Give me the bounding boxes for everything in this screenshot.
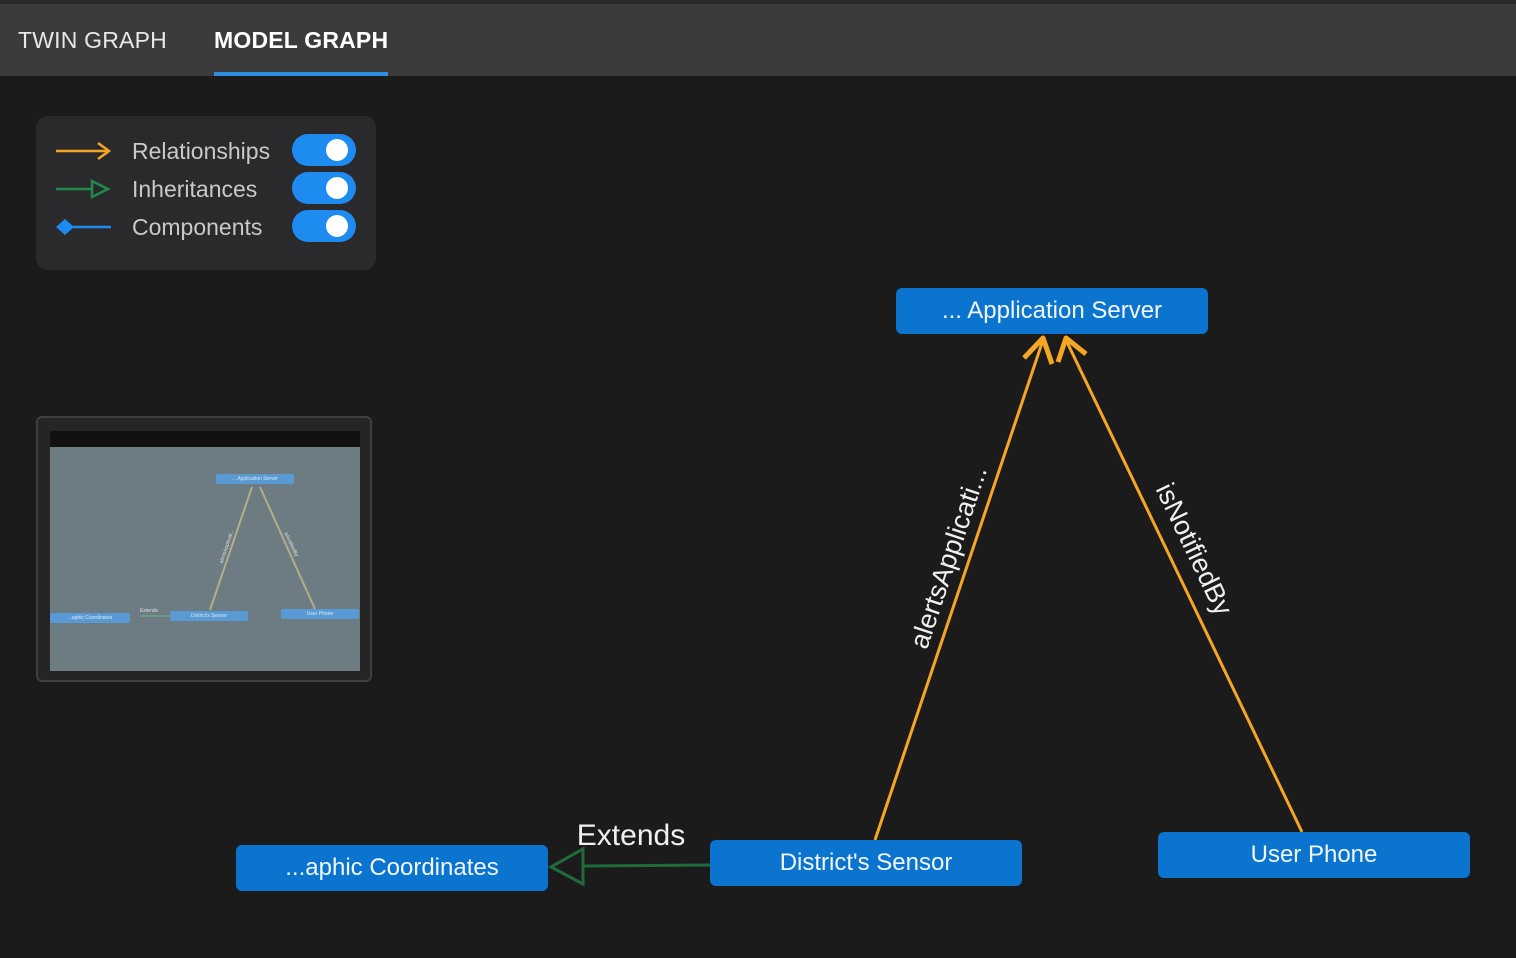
toggle-inheritances[interactable] xyxy=(292,172,356,204)
toggle-components[interactable] xyxy=(292,210,356,242)
diamond-line-icon xyxy=(56,219,111,235)
node-application-server[interactable]: ... Application Server xyxy=(896,288,1208,334)
arrow-icon xyxy=(56,141,112,161)
tab-bar: TWIN GRAPH MODEL GRAPH xyxy=(0,4,1516,76)
minimap-node-application-server: ... Application Server xyxy=(216,474,294,484)
tab-twin-graph[interactable]: TWIN GRAPH xyxy=(18,4,167,76)
node-districts-sensor[interactable]: District's Sensor xyxy=(710,840,1022,886)
svg-text:Extends: Extends xyxy=(140,608,159,614)
legend-row-inheritances: Inheritances xyxy=(36,170,376,208)
minimap[interactable]: alertsApplicati... isNotifiedBy Extends … xyxy=(36,416,372,682)
legend-label-relationships: Relationships xyxy=(132,138,271,164)
legend-row-components: Components xyxy=(36,208,376,246)
minimap-node-coordinates: ...aphic Coordinates xyxy=(50,613,130,623)
node-geographic-coordinates[interactable]: ...aphic Coordinates xyxy=(236,845,548,891)
legend-panel: Relationships Inheritances Components xyxy=(36,116,376,270)
node-user-phone[interactable]: User Phone xyxy=(1158,832,1470,878)
minimap-edges: alertsApplicati... isNotifiedBy Extends xyxy=(140,486,316,617)
legend-label-inheritances: Inheritances xyxy=(132,176,258,202)
tab-model-graph[interactable]: MODEL GRAPH xyxy=(214,4,389,76)
minimap-node-districts-sensor: District's Sensor xyxy=(170,611,248,621)
minimap-viewport[interactable]: alertsApplicati... isNotifiedBy Extends … xyxy=(50,447,360,671)
legend-label-components: Components xyxy=(132,214,263,240)
legend-row-relationships: Relationships xyxy=(36,132,376,170)
toggle-relationships[interactable] xyxy=(292,134,356,166)
minimap-header xyxy=(50,431,360,447)
hollow-triangle-arrow-icon xyxy=(56,178,111,200)
minimap-node-user-phone: User Phone xyxy=(281,609,359,619)
